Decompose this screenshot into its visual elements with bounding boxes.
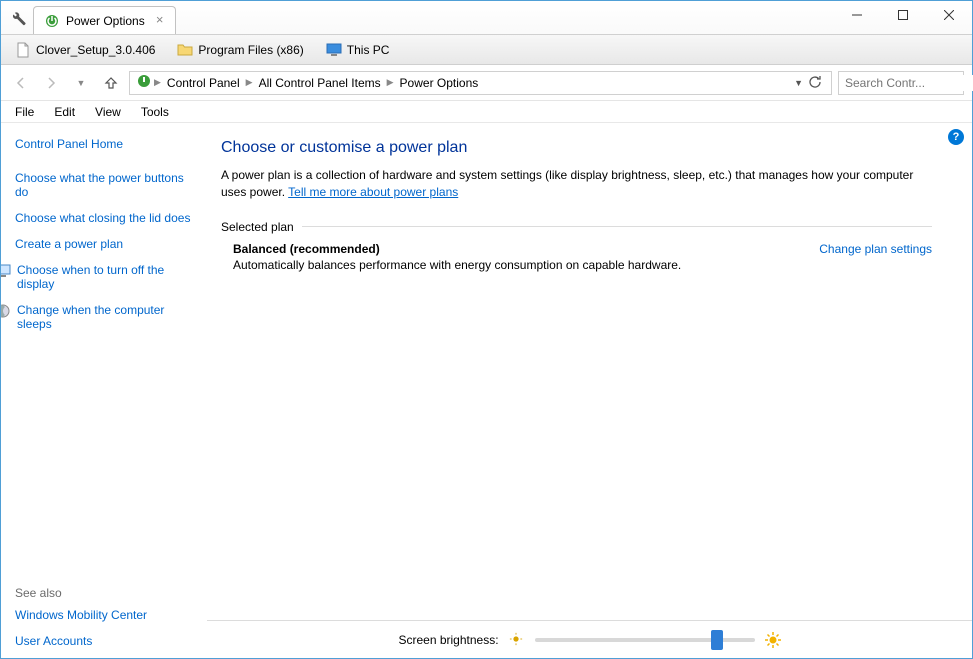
breadcrumb-history-dropdown[interactable]: ▼ — [794, 78, 803, 88]
plan-description: Automatically balances performance with … — [221, 258, 932, 272]
see-also-block: See also Windows Mobility Center User Ac… — [15, 586, 195, 652]
up-button[interactable] — [99, 71, 123, 95]
forward-button[interactable] — [39, 71, 63, 95]
search-box[interactable] — [838, 71, 964, 95]
refresh-button[interactable] — [807, 74, 825, 92]
power-icon — [44, 13, 60, 29]
plan-name: Balanced (recommended) — [233, 242, 380, 256]
moon-icon — [1, 303, 11, 319]
folder-icon — [177, 42, 193, 58]
breadcrumb-item[interactable]: Power Options — [396, 76, 483, 90]
brightness-footer: Screen brightness: — [207, 620, 972, 658]
tab-title: Power Options — [66, 14, 145, 28]
maximize-button[interactable] — [880, 1, 926, 29]
bookmarks-bar: Clover_Setup_3.0.406 Program Files (x86)… — [1, 35, 972, 65]
breadcrumb-item[interactable]: Control Panel — [163, 76, 244, 90]
bookmark-label: Clover_Setup_3.0.406 — [36, 43, 155, 57]
bookmark-item[interactable]: This PC — [320, 39, 396, 61]
back-button[interactable] — [9, 71, 33, 95]
window-controls — [834, 1, 972, 29]
breadcrumb-item[interactable]: All Control Panel Items — [255, 76, 385, 90]
menu-view[interactable]: View — [87, 103, 129, 121]
sidebar-link[interactable]: Create a power plan — [15, 237, 195, 251]
see-also-link[interactable]: User Accounts — [15, 634, 195, 648]
sidebar: Control Panel Home Choose what the power… — [1, 123, 209, 658]
address-bar: ▼ ▶ Control Panel ▶ All Control Panel It… — [1, 65, 972, 101]
change-plan-settings-link[interactable]: Change plan settings — [819, 242, 932, 256]
bookmark-item[interactable]: Program Files (x86) — [171, 39, 309, 61]
control-panel-icon — [136, 73, 152, 92]
search-input[interactable] — [843, 75, 973, 91]
main-panel: Choose or customise a power plan A power… — [209, 123, 972, 658]
file-icon — [15, 42, 31, 58]
divider — [302, 226, 932, 227]
slider-thumb[interactable] — [711, 630, 723, 650]
minimize-button[interactable] — [834, 1, 880, 29]
selected-plan-section: Selected plan — [221, 220, 932, 234]
control-panel-home-link[interactable]: Control Panel Home — [15, 137, 195, 151]
sidebar-link[interactable]: Choose what the power buttons do — [15, 171, 195, 199]
chevron-right-icon[interactable]: ▶ — [387, 77, 394, 88]
brightness-slider[interactable] — [535, 638, 755, 642]
sidebar-link[interactable]: Choose what closing the lid does — [15, 211, 195, 225]
chevron-right-icon[interactable]: ▶ — [154, 77, 161, 88]
menu-file[interactable]: File — [7, 103, 42, 121]
sidebar-link[interactable]: Change when the computer sleeps — [1, 303, 195, 331]
close-window-button[interactable] — [926, 1, 972, 29]
bookmark-label: This PC — [347, 43, 390, 57]
close-tab-icon[interactable]: × — [153, 13, 167, 27]
browser-tab[interactable]: Power Options × — [33, 6, 176, 34]
bookmark-item[interactable]: Clover_Setup_3.0.406 — [9, 39, 161, 61]
recent-dropdown[interactable]: ▼ — [69, 71, 93, 95]
chevron-right-icon[interactable]: ▶ — [246, 77, 253, 88]
menu-edit[interactable]: Edit — [46, 103, 83, 121]
sun-bright-icon — [765, 632, 781, 648]
brightness-label: Screen brightness: — [398, 633, 498, 647]
page-description: A power plan is a collection of hardware… — [221, 167, 932, 202]
bookmark-label: Program Files (x86) — [198, 43, 303, 57]
page-heading: Choose or customise a power plan — [221, 139, 932, 157]
pc-icon — [326, 42, 342, 58]
see-also-header: See also — [15, 586, 195, 600]
power-plan-row: Balanced (recommended) Change plan setti… — [221, 242, 932, 256]
monitor-icon — [1, 263, 11, 279]
window-frame: Power Options × Clover_Setup_3.0.406 Pro… — [0, 0, 973, 659]
sun-dim-icon — [509, 632, 525, 648]
learn-more-link[interactable]: Tell me more about power plans — [288, 185, 458, 199]
see-also-link[interactable]: Windows Mobility Center — [15, 608, 195, 622]
titlebar: Power Options × — [1, 1, 972, 35]
wrench-icon — [7, 7, 27, 27]
menu-tools[interactable]: Tools — [133, 103, 177, 121]
menubar: File Edit View Tools — [1, 101, 972, 123]
sidebar-link[interactable]: Choose when to turn off the display — [1, 263, 195, 291]
breadcrumb[interactable]: ▶ Control Panel ▶ All Control Panel Item… — [129, 71, 832, 95]
content-area: ? Control Panel Home Choose what the pow… — [1, 123, 972, 658]
